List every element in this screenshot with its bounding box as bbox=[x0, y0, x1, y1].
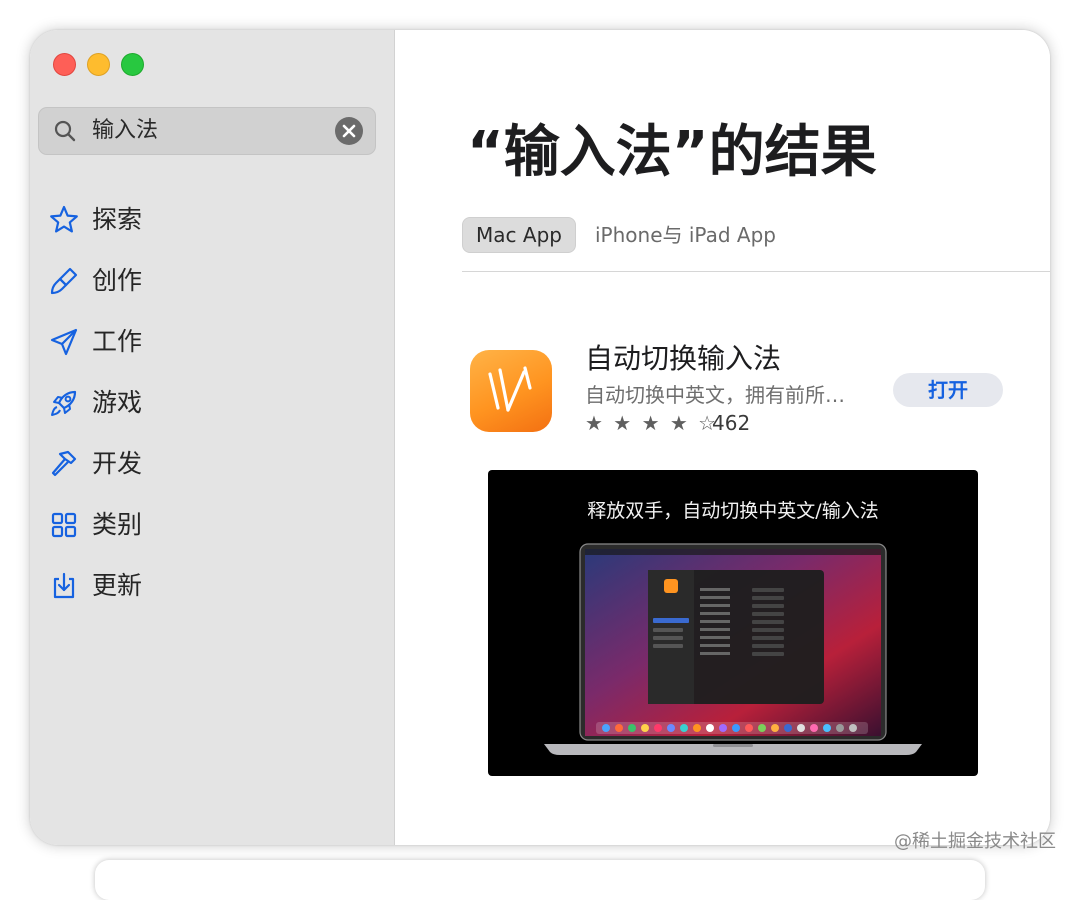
macbook-illustration bbox=[544, 543, 922, 755]
sidebar-item-label: 探索 bbox=[92, 205, 143, 234]
hammer-icon bbox=[51, 450, 77, 477]
clear-x-icon bbox=[342, 124, 356, 138]
sidebar-item-develop[interactable]: 开发 bbox=[48, 444, 368, 484]
app-icon[interactable] bbox=[470, 350, 552, 432]
sidebar-item-label: 开发 bbox=[92, 449, 143, 478]
close-window-button[interactable] bbox=[53, 53, 76, 76]
open-button[interactable]: 打开 bbox=[893, 373, 1003, 407]
sidebar-item-label: 工作 bbox=[92, 327, 143, 356]
app-logo-icon bbox=[488, 366, 532, 412]
search-field[interactable]: 输入法 bbox=[38, 107, 376, 155]
zoom-window-button[interactable] bbox=[121, 53, 144, 76]
app-subtitle: 自动切换中英文，拥有前所… bbox=[585, 383, 845, 407]
app-screenshot[interactable]: 释放双手，自动切换中英文/输入法 bbox=[488, 470, 978, 776]
app-name[interactable]: 自动切换输入法 bbox=[585, 340, 781, 378]
magnifier-icon bbox=[54, 120, 76, 142]
sidebar-item-label: 创作 bbox=[92, 266, 143, 295]
sidebar-item-label: 类别 bbox=[92, 510, 143, 539]
sidebar-item-categories[interactable]: 类别 bbox=[48, 505, 368, 545]
main-content: “输入法”的结果 Mac App iPhone与 iPad App 自动切换输入… bbox=[395, 30, 1050, 845]
rating-stars: ★ ★ ★ ★ ☆ bbox=[585, 411, 719, 435]
sidebar-item-work[interactable]: 工作 bbox=[48, 322, 368, 362]
grid-icon bbox=[51, 512, 77, 538]
sidebar-item-games[interactable]: 游戏 bbox=[48, 383, 368, 423]
paperplane-icon bbox=[50, 328, 78, 356]
download-icon bbox=[53, 572, 75, 599]
page-title: “输入法”的结果 bbox=[467, 120, 877, 185]
sidebar-item-label: 游戏 bbox=[92, 388, 143, 417]
tab-mac-app[interactable]: Mac App bbox=[462, 217, 576, 253]
watermark: @稀土掘金技术社区 bbox=[894, 831, 1056, 852]
rating-count: 462 bbox=[712, 411, 751, 435]
sidebar-item-updates[interactable]: 更新 bbox=[48, 566, 368, 606]
sidebar-item-discover[interactable]: 探索 bbox=[48, 200, 368, 240]
sidebar-item-label: 更新 bbox=[92, 571, 143, 600]
rocket-icon bbox=[51, 390, 77, 416]
sidebar-item-create[interactable]: 创作 bbox=[48, 261, 368, 301]
app-store-window: 输入法 探索 创作 工作 游戏 开发 类别 更新 “输入法”的结果 Mac Ap… bbox=[30, 30, 1050, 845]
sidebar: 输入法 探索 创作 工作 游戏 开发 类别 更新 bbox=[30, 30, 395, 845]
search-input[interactable]: 输入法 bbox=[92, 117, 158, 145]
bottom-window-edge bbox=[95, 860, 985, 900]
divider bbox=[462, 271, 1050, 272]
tab-iphone-ipad-app[interactable]: iPhone与 iPad App bbox=[595, 220, 776, 250]
clear-search-button[interactable] bbox=[335, 117, 363, 145]
minimize-window-button[interactable] bbox=[87, 53, 110, 76]
brush-icon bbox=[50, 267, 78, 295]
star-icon bbox=[50, 205, 78, 233]
